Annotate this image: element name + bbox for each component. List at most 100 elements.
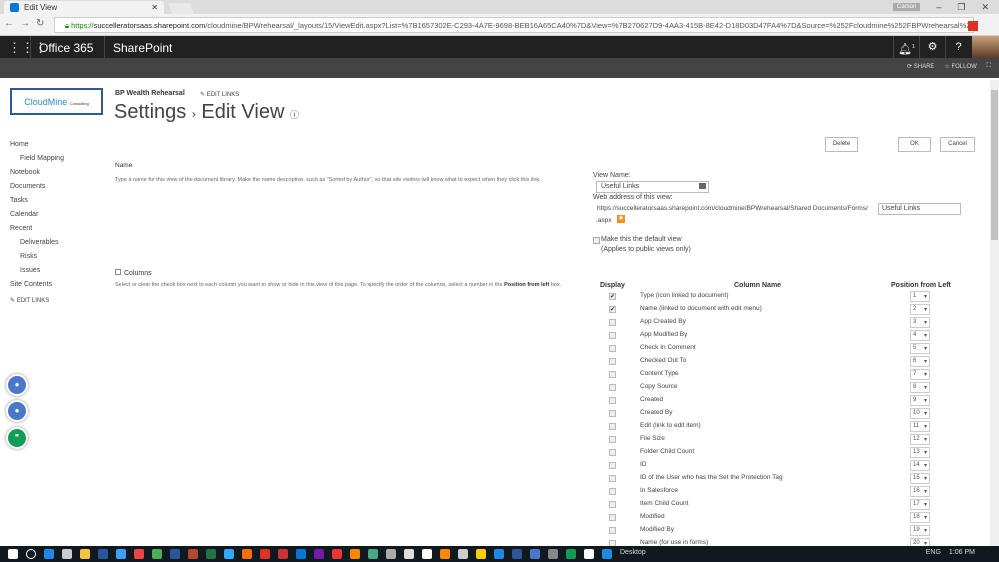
collapse-icon[interactable]	[115, 269, 121, 275]
url-input[interactable]: 🔒︎ https://succelleratorsaas.sharepoint.…	[54, 17, 974, 33]
back-icon[interactable]: ←	[4, 18, 20, 29]
display-checkbox[interactable]	[609, 332, 616, 339]
close-window-icon[interactable]: ✕	[981, 2, 989, 13]
position-select[interactable]: 19	[910, 525, 930, 536]
share-button[interactable]: ⟳ SHARE	[907, 63, 934, 70]
scrollbar-thumb[interactable]	[991, 90, 998, 240]
taskbar-app-icon[interactable]	[134, 549, 144, 559]
position-select[interactable]: 4	[910, 330, 930, 341]
display-checkbox[interactable]	[609, 501, 616, 508]
default-view-checkbox[interactable]	[593, 237, 600, 244]
rss-icon[interactable]: ◉	[617, 215, 625, 223]
columns-section-heading[interactable]: Columns	[115, 269, 152, 277]
follow-button[interactable]: ☆ FOLLOW	[944, 63, 976, 70]
display-checkbox[interactable]	[609, 436, 616, 443]
breadcrumb-settings[interactable]: Settings	[114, 101, 186, 123]
taskbar-app-icon[interactable]	[548, 549, 558, 559]
taskbar-app-icon[interactable]	[494, 549, 504, 559]
display-checkbox[interactable]	[609, 345, 616, 352]
position-select[interactable]: 17	[910, 499, 930, 510]
ok-button[interactable]: OK	[898, 137, 931, 152]
notifications-icon[interactable]: 🔔︎1	[893, 36, 919, 58]
nav-item[interactable]: Tasks	[10, 194, 64, 208]
profile-badge[interactable]: Carson	[893, 3, 921, 11]
language-indicator[interactable]: ENG	[926, 549, 941, 556]
cancel-button[interactable]: Cancel	[940, 137, 975, 152]
search-icon[interactable]	[26, 549, 36, 559]
display-checkbox[interactable]	[609, 384, 616, 391]
settings-gear-icon[interactable]: ⚙	[919, 36, 945, 58]
position-select[interactable]: 9	[910, 395, 930, 406]
display-checkbox[interactable]: ✔	[609, 306, 616, 313]
new-tab-button[interactable]	[167, 3, 195, 14]
position-select[interactable]: 18	[910, 512, 930, 523]
taskbar-app-icon[interactable]	[242, 549, 252, 559]
display-checkbox[interactable]	[609, 371, 616, 378]
taskbar-app-icon[interactable]	[260, 549, 270, 559]
info-icon[interactable]: ⓘ	[290, 110, 299, 120]
view-name-input[interactable]: Useful Links	[596, 181, 709, 193]
position-select[interactable]: 8	[910, 382, 930, 393]
display-checkbox[interactable]	[609, 488, 616, 495]
minimize-icon[interactable]: –	[936, 2, 941, 12]
taskbar-app-icon[interactable]	[332, 549, 342, 559]
chat-head-icon[interactable]: ●	[6, 374, 28, 396]
taskbar-app-icon[interactable]	[152, 549, 162, 559]
taskbar-app-icon[interactable]	[512, 549, 522, 559]
nav-item[interactable]: Deliverables	[10, 236, 64, 250]
nav-item[interactable]: Calendar	[10, 208, 64, 222]
taskbar-app-icon[interactable]	[278, 549, 288, 559]
taskbar-app-icon[interactable]	[386, 549, 396, 559]
taskbar-app-icon[interactable]	[224, 549, 234, 559]
position-select[interactable]: 12	[910, 434, 930, 445]
nav-item[interactable]: Issues	[10, 264, 64, 278]
position-select[interactable]: 13	[910, 447, 930, 458]
hangouts-icon[interactable]: ❞	[6, 427, 28, 449]
nav-item[interactable]: Recent	[10, 222, 64, 236]
close-tab-icon[interactable]: ✕	[151, 3, 158, 12]
taskbar-app-icon[interactable]	[116, 549, 126, 559]
position-select[interactable]: 16	[910, 486, 930, 497]
taskbar-app-icon[interactable]	[584, 549, 594, 559]
office365-link[interactable]: Office 365	[30, 36, 101, 58]
position-select[interactable]: 2	[910, 304, 930, 315]
display-checkbox[interactable]	[609, 410, 616, 417]
taskbar-app-icon[interactable]	[458, 549, 468, 559]
nav-item[interactable]: Home	[10, 138, 64, 152]
taskbar-app-icon[interactable]	[350, 549, 360, 559]
display-checkbox[interactable]	[609, 475, 616, 482]
start-button[interactable]	[8, 549, 18, 559]
nav-item[interactable]: Notebook	[10, 166, 64, 180]
extension-icon[interactable]	[968, 21, 978, 31]
position-select[interactable]: 11	[910, 421, 930, 432]
taskbar-app-icon[interactable]	[206, 549, 216, 559]
taskbar-app-icon[interactable]	[404, 549, 414, 559]
sharepoint-link[interactable]: SharePoint	[104, 36, 180, 58]
display-checkbox[interactable]	[609, 423, 616, 430]
position-select[interactable]: 3	[910, 317, 930, 328]
position-select[interactable]: 1	[910, 291, 930, 302]
web-address-input[interactable]: Useful Links	[878, 203, 961, 215]
display-checkbox[interactable]	[609, 514, 616, 521]
position-select[interactable]: 7	[910, 369, 930, 380]
display-checkbox[interactable]	[609, 527, 616, 534]
position-select[interactable]: 6	[910, 356, 930, 367]
taskbar-app-icon[interactable]	[566, 549, 576, 559]
display-checkbox[interactable]	[609, 462, 616, 469]
chat-head-icon[interactable]: ●	[6, 400, 28, 422]
edit-links-top[interactable]: ✎ EDIT LINKS	[200, 91, 239, 98]
taskbar-app-icon[interactable]	[530, 549, 540, 559]
nav-item[interactable]: Site Contents	[10, 278, 64, 292]
restore-icon[interactable]: ❐	[957, 2, 965, 13]
clock[interactable]: 1:06 PM	[949, 549, 975, 556]
display-checkbox[interactable]	[609, 449, 616, 456]
position-select[interactable]: 15	[910, 473, 930, 484]
taskbar-app-icon[interactable]	[170, 549, 180, 559]
display-checkbox[interactable]	[609, 397, 616, 404]
browser-tab[interactable]: Edit View ✕	[4, 1, 164, 14]
position-select[interactable]: 14	[910, 460, 930, 471]
user-avatar[interactable]	[972, 36, 999, 58]
taskbar-app-icon[interactable]	[440, 549, 450, 559]
help-icon[interactable]: ?	[945, 36, 971, 58]
taskbar-app-icon[interactable]	[188, 549, 198, 559]
